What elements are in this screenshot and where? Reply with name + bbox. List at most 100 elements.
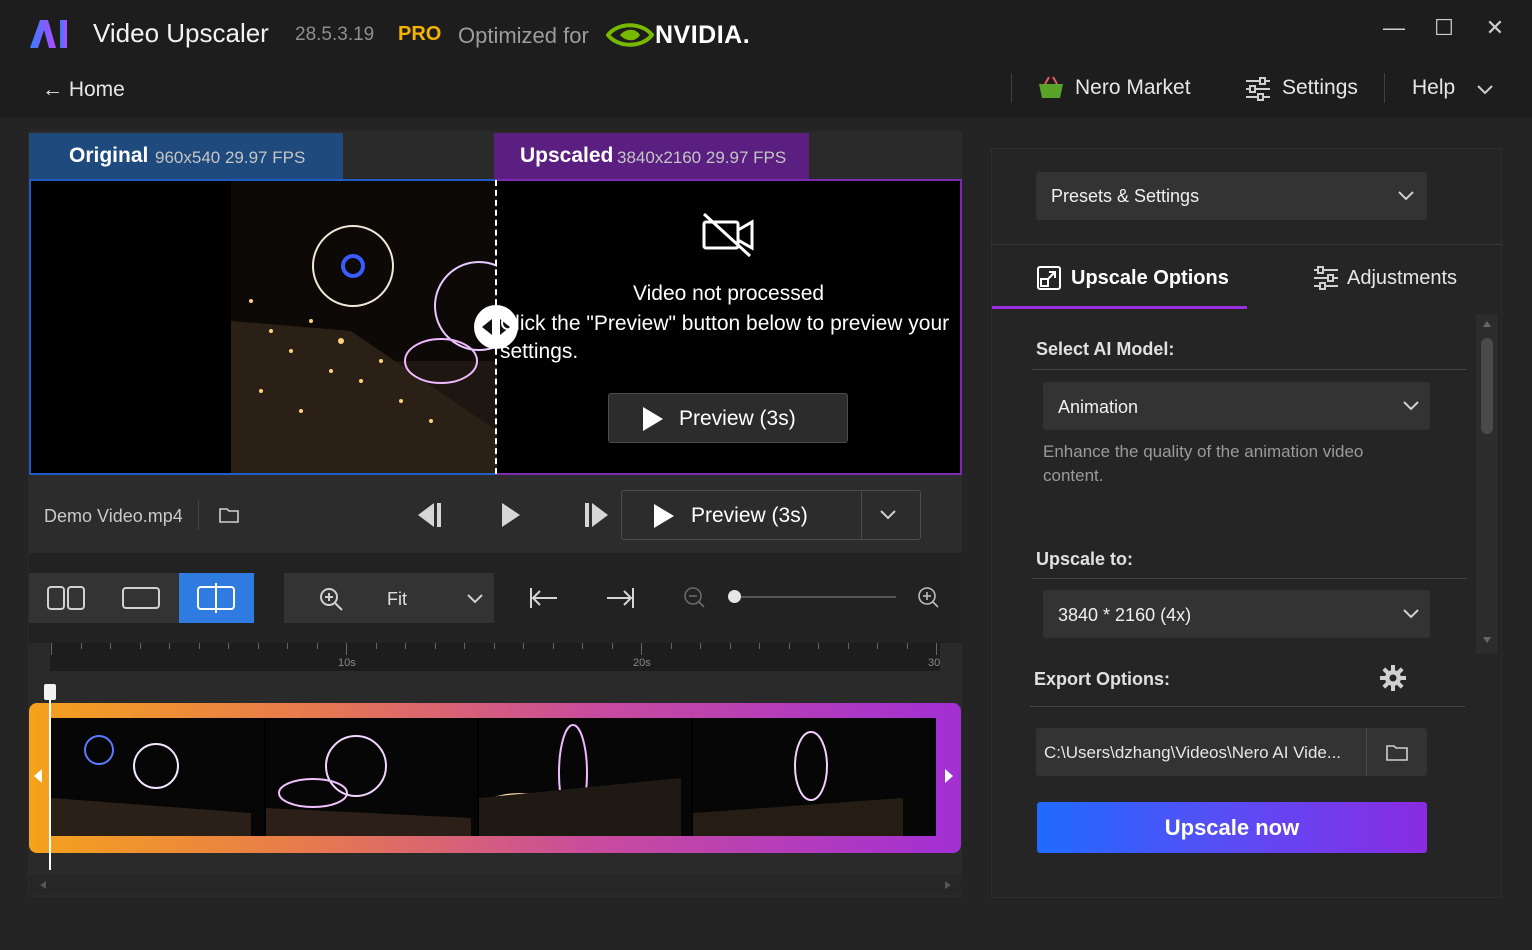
export-options-title: Export Options: <box>1034 669 1170 689</box>
zoom-in-icon[interactable] <box>917 586 939 608</box>
preview-button-label: Preview (3s) <box>691 504 808 527</box>
basket-icon <box>1039 76 1063 98</box>
side-by-side-icon <box>47 586 85 610</box>
pro-badge: PRO <box>398 23 442 45</box>
chevron-down-icon[interactable] <box>880 510 896 520</box>
folder-icon[interactable] <box>1386 743 1408 761</box>
ruler-tick <box>51 643 52 655</box>
tab-upscale-options[interactable]: Upscale Options <box>1071 267 1229 290</box>
side-by-side-view-button[interactable] <box>29 573 104 623</box>
divider <box>1032 369 1467 370</box>
ai-model-value: Animation <box>1058 397 1139 417</box>
tab-adjustments[interactable]: Adjustments <box>1347 267 1457 290</box>
settings-link[interactable]: Settings <box>1282 76 1358 100</box>
zoom-in-icon <box>320 588 343 611</box>
split-view-button[interactable] <box>179 573 254 623</box>
ruler-tick <box>729 643 731 649</box>
timeline-zoom-slider[interactable] <box>734 596 896 598</box>
playhead[interactable] <box>49 690 51 870</box>
ruler-tick <box>257 643 259 649</box>
ruler-tick <box>818 643 819 649</box>
ruler-tick <box>936 643 937 655</box>
upscale-now-label: Upscale now <box>1164 815 1300 840</box>
ruler-tick <box>877 643 878 649</box>
app-version: 28.5.3.19 <box>295 24 375 45</box>
export-path-value: C:\Users\dzhang\Videos\Nero AI Vide... <box>1044 743 1342 762</box>
app-title: Video Upscaler <box>93 18 269 48</box>
ruler-tick <box>346 643 347 655</box>
upscale-now-button[interactable]: Upscale now <box>1037 802 1427 853</box>
next-frame-icon[interactable] <box>582 502 612 528</box>
scroll-down-icon[interactable] <box>1482 636 1492 644</box>
upscale-to-value: 3840 * 2160 (4x) <box>1058 605 1192 625</box>
previous-frame-icon[interactable] <box>414 502 444 528</box>
ruler-tick <box>552 643 554 649</box>
split-view-icon <box>197 583 235 613</box>
chevron-down-icon <box>467 594 483 604</box>
ruler-tick <box>582 643 583 649</box>
home-link[interactable]: ← Home <box>42 78 125 102</box>
upscaled-label: Upscaled <box>520 144 614 167</box>
tab-upscaled[interactable]: Upscaled 3840x2160 29.97 FPS <box>494 133 809 179</box>
preview-button[interactable]: Preview (3s) <box>621 490 921 540</box>
timeline-ruler[interactable] <box>50 643 940 671</box>
nero-market-link[interactable]: Nero Market <box>1075 76 1191 100</box>
trim-left-handle-icon[interactable] <box>32 768 44 784</box>
presets-dropdown[interactable]: Presets & Settings <box>1036 172 1427 220</box>
scroll-right-icon[interactable] <box>944 880 952 890</box>
ruler-tick <box>198 643 200 649</box>
go-to-start-icon[interactable] <box>529 586 559 610</box>
adjustments-icon <box>1314 266 1338 290</box>
scroll-left-icon[interactable] <box>39 880 47 890</box>
playhead-handle[interactable] <box>44 684 56 700</box>
presets-label: Presets & Settings <box>1051 186 1200 206</box>
separator <box>198 500 199 530</box>
panel-scrollbar-thumb[interactable] <box>1481 338 1493 434</box>
ruler-tick <box>641 643 642 655</box>
original-label: Original <box>69 144 149 167</box>
single-view-button[interactable] <box>104 573 179 623</box>
maximize-icon[interactable]: ☐ <box>1430 14 1458 42</box>
ruler-tick <box>906 643 908 649</box>
nav-separator <box>1011 73 1012 103</box>
ruler-tick <box>80 643 82 649</box>
video-off-icon <box>702 212 754 258</box>
chevron-down-icon[interactable] <box>1476 84 1494 96</box>
separator <box>1366 728 1367 776</box>
ruler-tick <box>110 643 111 649</box>
timeline-scrollbar[interactable] <box>29 875 962 895</box>
zoom-select[interactable]: Fit <box>284 573 494 623</box>
file-name: Demo Video.mp4 <box>44 506 183 526</box>
export-path-field[interactable]: C:\Users\dzhang\Videos\Nero AI Vide... <box>1036 728 1427 776</box>
play-icon[interactable] <box>500 502 522 528</box>
tick-label: 30 <box>928 657 941 669</box>
trim-right-handle-icon[interactable] <box>943 768 955 784</box>
upscale-to-title: Upscale to: <box>1036 549 1134 569</box>
upscale-to-dropdown[interactable]: 3840 * 2160 (4x) <box>1043 590 1430 638</box>
zoom-out-icon[interactable] <box>683 586 705 608</box>
ai-model-dropdown[interactable]: Animation <box>1043 382 1430 430</box>
preview-button-overlay[interactable]: Preview (3s) <box>608 393 848 443</box>
ruler-tick <box>759 643 760 649</box>
zoom-value: Fit <box>387 589 407 609</box>
nvidia-eye-icon <box>606 23 654 47</box>
ruler-tick <box>139 643 141 649</box>
nvidia-logo-text: NVIDIA. <box>655 21 751 49</box>
ruler-tick <box>434 643 436 649</box>
chevron-down-icon <box>1398 191 1414 201</box>
gear-icon[interactable] <box>1380 665 1406 691</box>
minimize-icon[interactable]: — <box>1380 14 1408 42</box>
go-to-end-icon[interactable] <box>605 586 635 610</box>
nav-separator <box>1384 73 1385 103</box>
original-frame-border <box>29 179 497 475</box>
help-menu[interactable]: Help <box>1412 76 1455 100</box>
tab-original[interactable]: Original 960x540 29.97 FPS <box>29 133 343 179</box>
ruler-tick <box>670 643 672 649</box>
timeline-zoom-slider-knob[interactable] <box>728 590 741 603</box>
folder-icon[interactable] <box>219 506 239 524</box>
scroll-up-icon[interactable] <box>1482 320 1492 328</box>
ai-model-description: Enhance the quality of the animation vid… <box>1043 442 1364 485</box>
split-separator <box>861 491 862 539</box>
close-icon[interactable]: ✕ <box>1481 14 1509 42</box>
ruler-tick <box>375 643 377 649</box>
